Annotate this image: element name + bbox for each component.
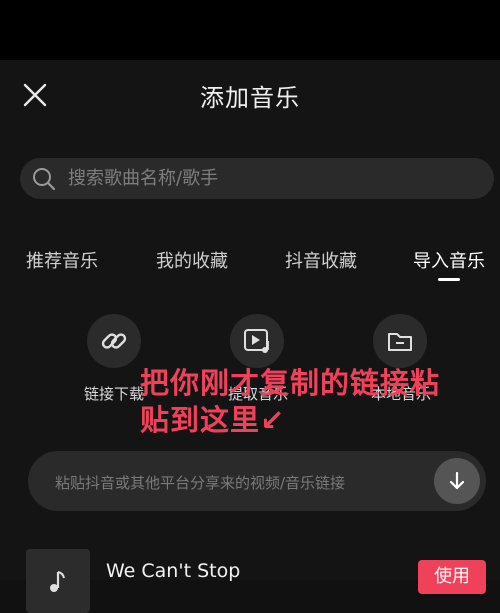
song-cover[interactable]	[26, 549, 90, 613]
local-music-button[interactable]	[373, 314, 427, 368]
music-note-icon	[50, 571, 65, 592]
search-input[interactable]	[68, 158, 478, 199]
link-icon	[101, 333, 127, 349]
tab-my-favorites[interactable]: 我的收藏	[156, 247, 228, 273]
overlay-line-2: 贴到这里↙	[140, 403, 286, 437]
page-title: 添加音乐	[200, 84, 300, 112]
tab-recommended-music[interactable]: 推荐音乐	[26, 247, 98, 273]
tab-import-music[interactable]: 导入音乐	[413, 247, 485, 273]
link-download-button[interactable]	[87, 314, 141, 368]
paste-instruction-overlay: 把你刚才复制的链接粘 贴到这里↙	[140, 365, 485, 439]
status-bar	[0, 0, 500, 60]
overlay-line-1: 把你刚才复制的链接粘	[140, 366, 441, 400]
paste-link-placeholder: 粘贴抖音或其他平台分享来的视频/音乐链接	[55, 474, 346, 492]
use-song-button[interactable]: 使用	[418, 560, 486, 594]
song-title: We Can't Stop	[106, 560, 241, 582]
download-button[interactable]	[434, 458, 480, 504]
video-music-icon	[244, 329, 269, 353]
tab-douyin-favorites[interactable]: 抖音收藏	[285, 247, 357, 273]
folder-icon	[388, 333, 412, 351]
search-icon	[32, 167, 56, 191]
active-tab-indicator	[438, 278, 460, 281]
download-arrow-icon	[449, 471, 465, 490]
link-download-label: 链接下载	[84, 385, 145, 403]
extract-music-button[interactable]	[230, 314, 284, 368]
